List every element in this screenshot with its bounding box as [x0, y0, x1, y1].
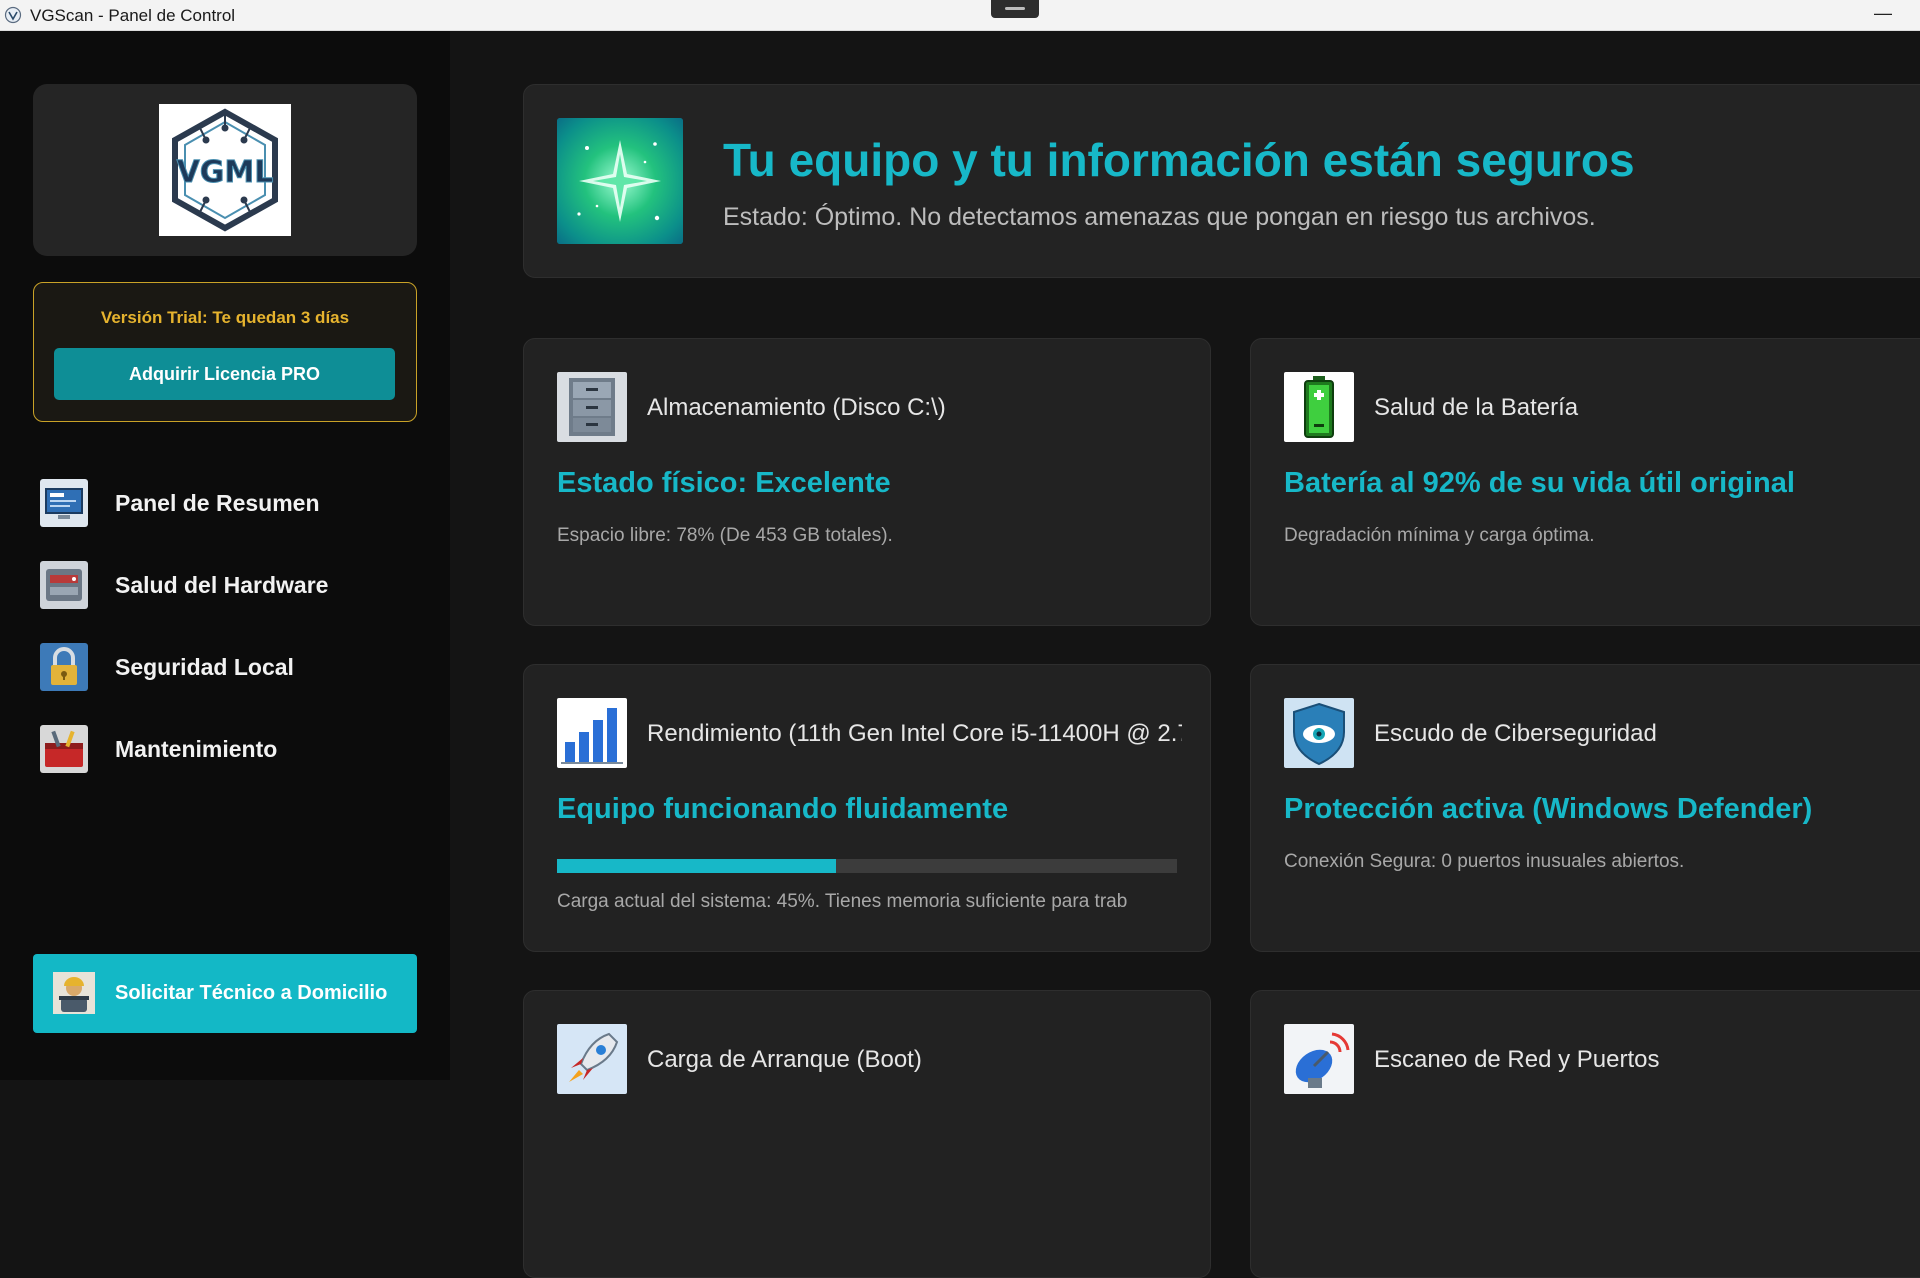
app-icon: [4, 6, 22, 24]
monitor-icon: [40, 479, 88, 527]
network-scan-card: Escaneo de Red y Puertos: [1250, 990, 1920, 1278]
trial-status: Versión Trial: Te quedan 3 días: [100, 308, 350, 327]
status-banner: Tu equipo y tu información están seguros…: [523, 84, 1920, 278]
card-status: Estado físico: Excelente: [557, 467, 891, 499]
filing-cabinet-icon: [557, 372, 627, 442]
buy-license-button[interactable]: Adquirir Licencia PRO: [54, 348, 395, 400]
logo-panel: VGML: [33, 84, 417, 256]
nav-item-mantenimiento[interactable]: Mantenimiento: [40, 725, 420, 775]
battery-card: Salud de la Batería Batería al 92% de su…: [1250, 338, 1920, 626]
snap-handle[interactable]: [991, 0, 1039, 18]
system-load-progress: [557, 859, 1177, 873]
performance-card: Rendimiento (11th Gen Intel Core i5-1140…: [523, 664, 1211, 952]
card-detail: Espacio libre: 78% (De 453 GB totales).: [557, 525, 893, 546]
card-title: Almacenamiento (Disco C:\): [647, 394, 946, 421]
card-title: Carga de Arranque (Boot): [647, 1046, 922, 1073]
nav-item-salud-hardware[interactable]: Salud del Hardware: [40, 561, 420, 611]
request-technician-button[interactable]: Solicitar Técnico a Domicilio: [33, 954, 417, 1033]
title-bar: VGScan - Panel de Control —: [0, 0, 1920, 31]
card-title: Escudo de Ciberseguridad: [1374, 720, 1657, 747]
cybersecurity-card: Escudo de Ciberseguridad Protección acti…: [1250, 664, 1920, 952]
nav-label: Mantenimiento: [115, 736, 278, 762]
card-title: Rendimiento (11th Gen Intel Core i5-1140…: [647, 720, 1182, 747]
minimize-button[interactable]: —: [1860, 0, 1906, 30]
status-subtitle: Estado: Óptimo. No detectamos amenazas q…: [723, 203, 1596, 231]
card-status: Batería al 92% de su vida útil original: [1284, 467, 1795, 499]
card-detail: Conexión Segura: 0 puertos inusuales abi…: [1284, 851, 1685, 872]
card-title-wrap: Escaneo de Red y Puertos: [1374, 991, 1909, 1277]
window-title: VGScan - Panel de Control: [30, 6, 236, 25]
card-title-wrap: Carga de Arranque (Boot): [647, 991, 1182, 1277]
card-title: Salud de la Batería: [1374, 394, 1579, 421]
sidebar: VGML Versión Trial: Te quedan 3 días Adq…: [0, 31, 450, 1080]
progress-fill: [557, 859, 836, 873]
sparkle-icon: [557, 118, 683, 244]
svg-text:VGML: VGML: [177, 155, 274, 190]
status-headline: Tu equipo y tu información están seguros: [723, 134, 1635, 186]
nav-label: Seguridad Local: [115, 654, 294, 680]
battery-icon: [1284, 372, 1354, 442]
storage-card: Almacenamiento (Disco C:\) Estado físico…: [523, 338, 1211, 626]
nav-item-panel-resumen[interactable]: Panel de Resumen: [40, 479, 420, 529]
bar-chart-icon: [557, 698, 627, 768]
rocket-icon: [557, 1024, 627, 1094]
boot-card: Carga de Arranque (Boot): [523, 990, 1211, 1278]
card-status: Protección activa (Windows Defender): [1284, 793, 1813, 825]
satellite-dish-icon: [1284, 1024, 1354, 1094]
trial-panel: Versión Trial: Te quedan 3 días Adquirir…: [33, 282, 417, 422]
shield-eye-icon: [1284, 698, 1354, 768]
card-detail: Degradación mínima y carga óptima.: [1284, 525, 1595, 546]
lock-icon: [40, 643, 88, 691]
card-detail: Carga actual del sistema: 45%. Tienes me…: [557, 891, 1128, 912]
request-technician-label: Solicitar Técnico a Domicilio: [115, 982, 388, 1004]
main-content: Tu equipo y tu información están seguros…: [450, 31, 1920, 1278]
nav-item-seguridad-local[interactable]: Seguridad Local: [40, 643, 420, 693]
vgml-logo: VGML: [159, 104, 291, 236]
card-status: Equipo funcionando fluidamente: [557, 793, 1009, 825]
nav-label: Salud del Hardware: [115, 572, 329, 598]
technician-icon: [53, 972, 95, 1014]
card-title: Escaneo de Red y Puertos: [1374, 1046, 1660, 1073]
toolbox-icon: [40, 725, 88, 773]
nav-label: Panel de Resumen: [115, 490, 320, 516]
hardware-icon: [40, 561, 88, 609]
